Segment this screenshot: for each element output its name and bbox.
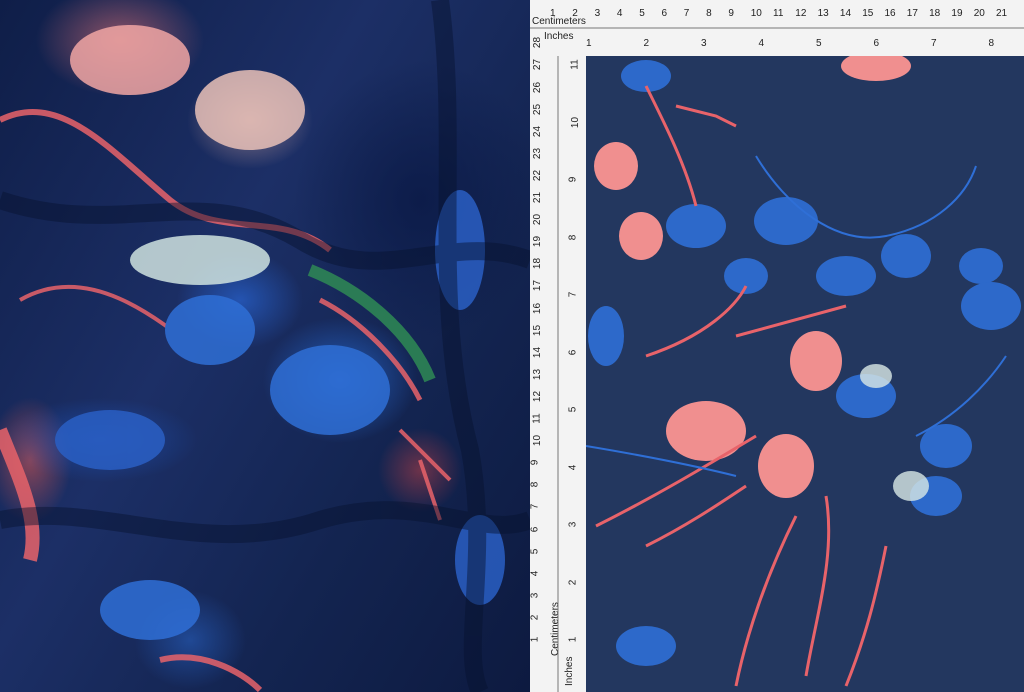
left-ruler-cm-tick: 5 (529, 548, 541, 554)
top-ruler-cm-tick: 3 (594, 8, 601, 19)
top-ruler-cm-tick: 20 (973, 8, 985, 19)
floral-print (586, 56, 1021, 687)
top-ruler-inch-tick: 2 (643, 38, 650, 49)
left-ruler-cm-tick: 14 (532, 346, 544, 358)
top-ruler-inch-tick: 6 (873, 38, 880, 49)
top-ruler-cm-tick: 8 (706, 8, 712, 19)
top-ruler-cm-tick: 2 (572, 8, 578, 19)
left-ruler-cm-tick: 8 (529, 482, 541, 488)
left-ruler: Centimeters Inches 1 2 3 4 5 6 7 8 9 10 11 12 13 14 15… (529, 37, 587, 692)
left-ruler-inch-tick: 9 (567, 176, 579, 183)
left-ruler-cm-tick: 22 (532, 169, 544, 181)
left-ruler-inch-tick: 2 (567, 579, 579, 585)
left-ruler-cm-tick: 15 (532, 324, 544, 336)
top-ruler-cm-tick: 17 (906, 8, 918, 19)
left-ruler-cm-tick: 4 (529, 570, 541, 576)
top-ruler-inch-tick: 3 (701, 38, 707, 49)
top-ruler-cm-tick: 7 (683, 8, 690, 19)
top-ruler-inch-tick: 1 (586, 38, 592, 49)
top-ruler-cm-tick: 1 (550, 8, 556, 19)
left-ruler-cm-tick: 27 (532, 59, 544, 71)
left-ruler-cm-tick: 26 (532, 81, 544, 93)
top-ruler-cm-tick: 10 (750, 8, 762, 19)
top-ruler-cm-tick: 15 (862, 8, 874, 19)
left-ruler-inch-tick: 5 (567, 406, 579, 413)
top-ruler-cm-tick: 13 (817, 8, 829, 19)
left-ruler-inch-tick: 1 (567, 636, 579, 643)
left-ruler-cm-tick: 13 (532, 368, 544, 380)
left-ruler-cm-tick: 10 (532, 435, 544, 447)
top-ruler-cm-tick: 19 (951, 8, 963, 19)
top-ruler-cm-tick: 6 (661, 8, 668, 19)
left-ruler-cm-tick: 20 (532, 214, 544, 226)
left-ruler-cm-tick: 11 (531, 413, 543, 424)
left-ruler-cm-tick: 25 (532, 103, 544, 115)
left-ruler-inch-tick: 4 (567, 464, 579, 470)
left-ruler-cm-tick: 28 (532, 37, 544, 49)
draped-fabric-print (0, 0, 534, 692)
left-ruler-cm-tick: 24 (532, 125, 544, 137)
top-ruler-inch-tick: 7 (931, 38, 937, 49)
left-ruler-cm-tick: 1 (529, 636, 541, 643)
top-ruler-cm-tick: 11 (773, 8, 784, 19)
left-ruler-cm-tick: 23 (532, 147, 544, 159)
top-ruler-cm-tick: 12 (795, 8, 807, 19)
left-ruler-cm-tick: 6 (529, 526, 541, 532)
draped-fabric-photo (0, 0, 534, 692)
left-ruler-cm-tick: 9 (529, 459, 541, 466)
top-ruler-cm-tick: 18 (929, 8, 941, 19)
left-ruler-inch-tick: 7 (567, 291, 579, 298)
left-ruler-cm-tick: 18 (532, 258, 544, 270)
top-ruler-cm-tick: 14 (839, 8, 852, 19)
top-ruler-inch-tick: 5 (816, 38, 822, 49)
top-ruler-inch-tick: 4 (758, 38, 765, 49)
left-ruler-cm-tick: 7 (529, 504, 541, 510)
left-ruler-cm-tick: 2 (529, 614, 541, 621)
left-ruler-cm-tick: 12 (532, 390, 544, 402)
top-ruler-cm-tick: 5 (639, 8, 645, 19)
left-ruler-cm-tick: 16 (532, 302, 544, 314)
left-ruler-inch-tick: 10 (570, 116, 582, 128)
left-ruler-cm-tick: 19 (532, 236, 544, 248)
top-ruler-cm-tick: 9 (728, 8, 734, 19)
left-ruler-inch-tick: 3 (567, 521, 579, 528)
flat-fabric-swatch (586, 56, 1024, 692)
left-ruler-cm-tick: 17 (532, 280, 544, 292)
product-image: Centimeters Inches 1 2 3 4 5 6 7 8 9 10 11 12 13 14 15… (0, 0, 1024, 692)
left-ruler-inch-tick: 8 (567, 234, 579, 240)
left-ruler-inch-tick: 11 (569, 59, 581, 70)
left-ruler-inch-tick: 6 (567, 349, 579, 355)
top-ruler-cm-tick: 16 (884, 8, 896, 19)
left-ruler-cm-tick: 3 (529, 592, 541, 599)
top-ruler-cm-tick: 21 (996, 8, 1008, 19)
top-ruler: Centimeters Inches 1 2 3 4 5 6 7 8 9 10 11 12 13 14 15… (530, 0, 1024, 57)
top-ruler-cm-tick: 4 (616, 8, 623, 19)
top-ruler-inch-tick: 8 (988, 38, 995, 49)
left-ruler-cm-tick: 21 (532, 191, 544, 204)
